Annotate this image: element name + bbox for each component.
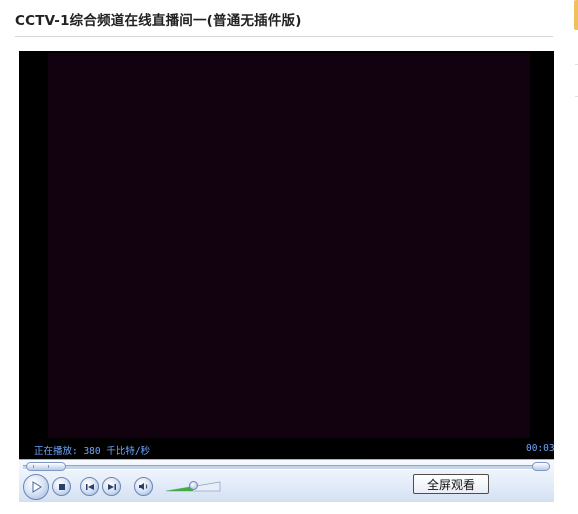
play-button[interactable]	[23, 474, 49, 500]
fullscreen-button[interactable]: 全屏观看	[413, 474, 489, 494]
playback-status: 正在播放: 380 千比特/秒	[34, 446, 151, 457]
play-icon	[32, 481, 42, 493]
stop-button[interactable]	[52, 477, 71, 496]
speaker-icon	[139, 483, 148, 490]
playback-time: 00:03	[526, 443, 554, 454]
side-accent	[574, 0, 578, 30]
mute-button[interactable]	[134, 477, 153, 496]
title-divider	[15, 36, 553, 37]
previous-button[interactable]	[80, 477, 99, 496]
seek-handle[interactable]	[26, 462, 66, 471]
player-status-bar: 正在播放: 380 千比特/秒 00:03	[19, 438, 554, 459]
video-player: 正在播放: 380 千比特/秒 00:03 全屏观看	[19, 51, 554, 502]
stop-icon	[58, 483, 65, 490]
seek-end-handle[interactable]	[532, 462, 550, 471]
next-button[interactable]	[102, 477, 121, 496]
volume-slider[interactable]	[164, 479, 222, 493]
seek-bar[interactable]	[23, 465, 550, 470]
video-area[interactable]	[48, 53, 530, 438]
player-controls: 全屏观看	[19, 459, 554, 502]
volume-handle[interactable]	[188, 481, 198, 490]
page-title: CCTV-1综合频道在线直播间一(普通无插件版)	[15, 13, 302, 29]
skip-forward-icon	[107, 483, 116, 490]
skip-back-icon	[85, 483, 94, 490]
